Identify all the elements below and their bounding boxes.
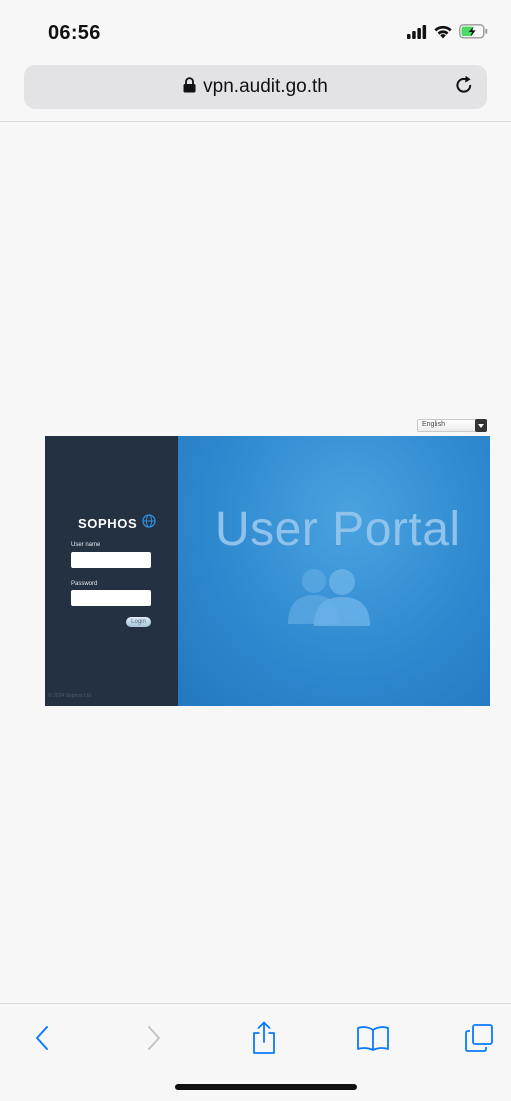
address-bar[interactable]: vpn.audit.go.th (24, 65, 487, 109)
tabs-button[interactable] (459, 1020, 499, 1060)
password-input[interactable] (71, 590, 151, 606)
forward-button[interactable] (134, 1020, 174, 1060)
reload-icon (453, 74, 475, 101)
status-bar: 06:56 (0, 0, 511, 56)
portal-title: User Portal (215, 503, 461, 556)
cellular-signal-icon (407, 24, 427, 44)
home-indicator[interactable] (175, 1084, 357, 1090)
share-button[interactable] (244, 1020, 284, 1060)
language-select-value: English (422, 421, 445, 428)
username-label: User name (71, 542, 101, 548)
lock-icon (183, 76, 196, 98)
url-text: vpn.audit.go.th (203, 76, 328, 97)
login-panel: SOPHOS User name Password Login © 2024 S… (45, 436, 178, 706)
portal-banner: User Portal (178, 436, 490, 706)
brand-name: SOPHOS (78, 516, 138, 531)
battery-charging-icon (459, 24, 489, 44)
share-icon (251, 1021, 277, 1060)
user-portal-frame: SOPHOS User name Password Login © 2024 S… (45, 436, 490, 706)
users-icon (286, 564, 372, 631)
wifi-icon (433, 24, 453, 44)
sophos-logo: SOPHOS (78, 514, 156, 533)
bookmarks-button[interactable] (353, 1020, 393, 1060)
top-divider (0, 121, 511, 122)
status-time: 06:56 (48, 22, 101, 44)
back-button[interactable] (22, 1020, 62, 1060)
forward-icon (146, 1025, 162, 1056)
reload-button[interactable] (451, 74, 477, 100)
copyright-text: © 2024 Sophos Ltd (48, 693, 91, 699)
password-label: Password (71, 581, 98, 587)
tabs-icon (464, 1023, 494, 1058)
address-center: vpn.audit.go.th (24, 65, 487, 109)
sophos-globe-icon (142, 514, 156, 533)
bookmarks-icon (356, 1025, 390, 1056)
status-icons (407, 24, 489, 44)
username-input[interactable] (71, 552, 151, 568)
safari-screen: 06:56 vpn.audit.go.th English SOPHOS Use… (0, 0, 511, 1101)
login-button[interactable]: Login (126, 617, 151, 627)
language-select[interactable]: English (417, 419, 487, 432)
back-icon (34, 1025, 50, 1056)
dropdown-arrow-icon (475, 419, 487, 432)
